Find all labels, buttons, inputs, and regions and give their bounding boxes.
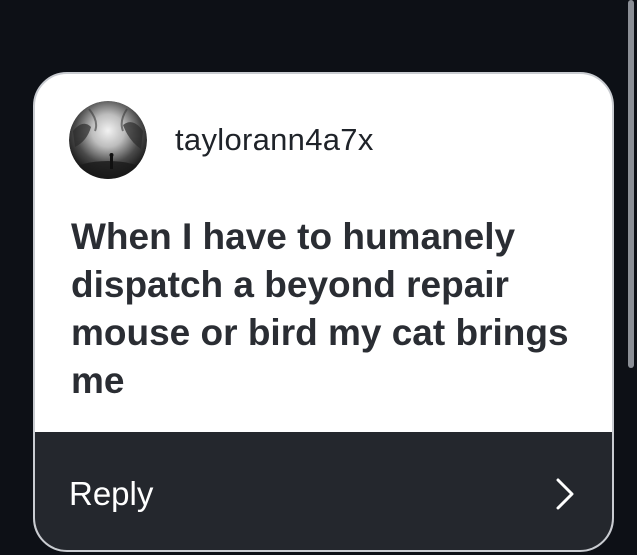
question-card: taylorann4a7x When I have to humanely di… xyxy=(33,72,614,552)
username[interactable]: taylorann4a7x xyxy=(175,122,374,158)
chevron-right-icon xyxy=(556,478,574,510)
avatar[interactable] xyxy=(69,101,147,179)
reply-label: Reply xyxy=(69,475,154,512)
question-text: When I have to humanely dispatch a beyon… xyxy=(71,216,569,401)
reply-button[interactable]: Reply xyxy=(35,432,612,550)
card-header: taylorann4a7x xyxy=(69,101,374,179)
avatar-photo-icon xyxy=(69,101,147,179)
scrollbar[interactable] xyxy=(628,0,634,368)
